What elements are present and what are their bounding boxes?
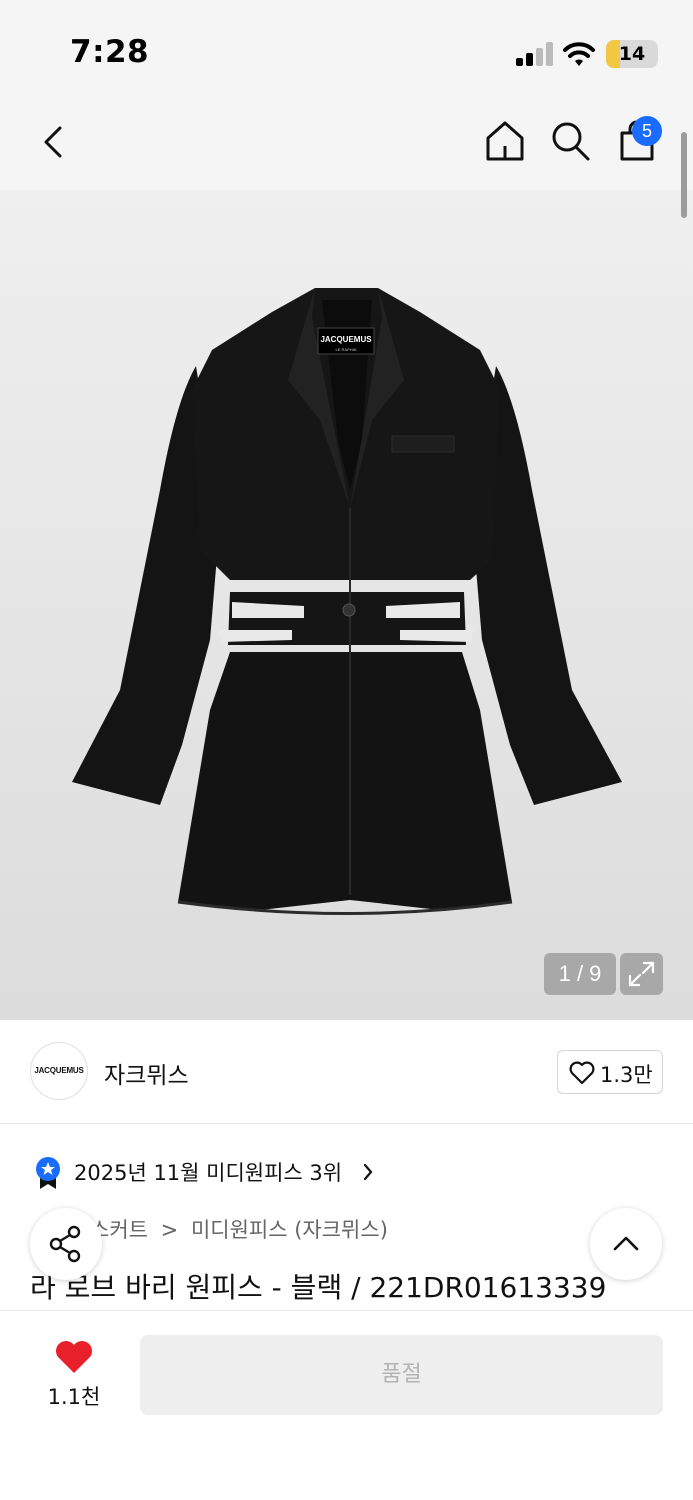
- breadcrumb-item-subcategory[interactable]: 미디원피스 (자크뮈스): [191, 1218, 388, 1242]
- cellular-signal-icon: [516, 42, 553, 66]
- sold-out-button: 품절: [140, 1335, 663, 1415]
- home-icon[interactable]: [482, 118, 528, 164]
- brand-row[interactable]: JACQUEMUS 자크뮈스 1.3만: [0, 1020, 693, 1124]
- brand-like-count: 1.3만: [600, 1063, 653, 1087]
- battery-level: 14: [618, 43, 646, 65]
- heart-filled-icon: [56, 1341, 92, 1373]
- wishlist-count: 1.1천: [47, 1385, 101, 1409]
- brand-like-button[interactable]: 1.3만: [557, 1050, 663, 1094]
- chevron-right-icon: [363, 1163, 373, 1181]
- garment-label-top: JACQUEMUS: [320, 335, 372, 344]
- chevron-up-icon: [613, 1236, 639, 1251]
- image-counter: 1 / 9: [544, 953, 616, 995]
- garment-label-bottom: LE RAPHIA: [336, 347, 357, 352]
- battery-icon: 14: [606, 40, 658, 68]
- product-title: 라 로브 바리 원피스 - 블랙 / 221DR01613339: [30, 1271, 607, 1304]
- share-icon: [49, 1225, 81, 1263]
- nav-bar: [0, 100, 693, 190]
- scrollbar[interactable]: [681, 132, 687, 218]
- breadcrumb-separator: >: [160, 1218, 179, 1242]
- heart-outline-icon: [569, 1061, 595, 1085]
- share-button[interactable]: [30, 1208, 102, 1280]
- wishlist-button[interactable]: 1.1천: [30, 1335, 118, 1415]
- ranking-badge-icon: [36, 1157, 60, 1189]
- cart-count-badge: 5: [632, 116, 662, 146]
- bottom-action-bar: 1.1천 품절: [0, 1310, 693, 1500]
- brand-name[interactable]: 자크뮈스: [104, 1056, 189, 1090]
- expand-icon[interactable]: [620, 953, 663, 995]
- search-icon[interactable]: [548, 118, 592, 164]
- product-photo: JACQUEMUS LE RAPHIA: [72, 288, 622, 915]
- status-time: 7:28: [70, 34, 150, 70]
- scroll-to-top-button[interactable]: [590, 1208, 662, 1280]
- wifi-icon: [563, 42, 595, 66]
- ranking-text: 2025년 11월 미디원피스 3위: [74, 1161, 343, 1185]
- status-bar: 7:28 14: [0, 0, 693, 100]
- brand-logo[interactable]: JACQUEMUS: [30, 1042, 88, 1100]
- back-arrow-icon[interactable]: [32, 118, 76, 166]
- product-image-gallery[interactable]: JACQUEMUS LE RAPHIA: [0, 190, 693, 1020]
